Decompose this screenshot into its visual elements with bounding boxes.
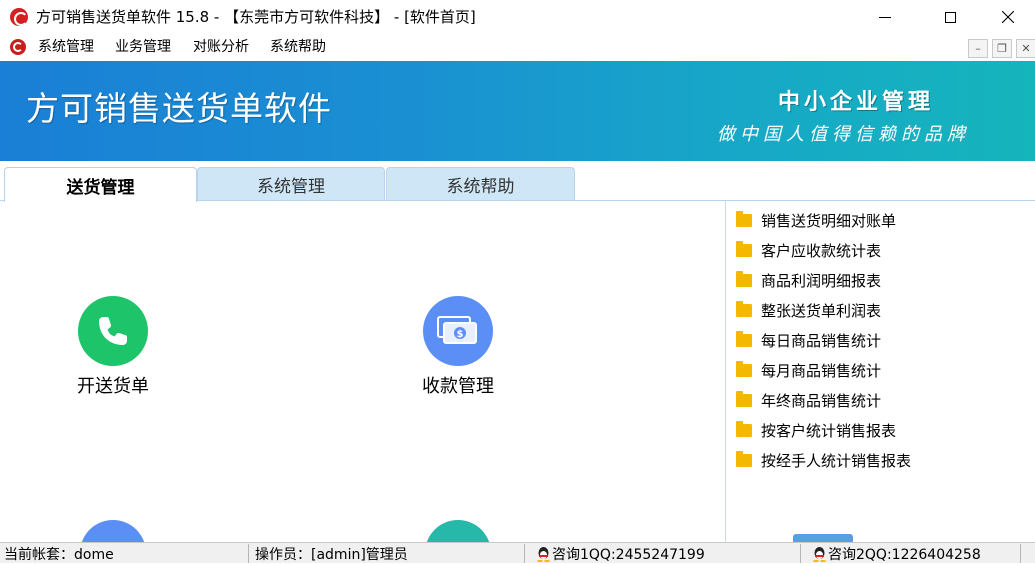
folder-icon [736, 420, 752, 437]
banner-title: 方可销售送货单软件 [26, 89, 332, 128]
menu-system-management[interactable]: 系统管理 [38, 38, 94, 56]
report-list-panel: 销售送货明细对账单 客户应收款统计表 商品利润明细报表 整张送货单利润表 每日商… [725, 201, 1035, 542]
report-label: 商品利润明细报表 [761, 271, 882, 290]
menu-system-help[interactable]: 系统帮助 [270, 38, 326, 56]
close-icon [1002, 11, 1014, 23]
folder-icon [736, 450, 752, 467]
status-qq2[interactable]: 咨询2QQ:1226404258 [812, 543, 981, 564]
report-label: 每日商品销售统计 [761, 331, 882, 350]
report-item[interactable]: 整张送货单利润表 [736, 299, 881, 321]
maximize-icon [944, 11, 956, 23]
report-item[interactable]: 客户应收款统计表 [736, 239, 881, 261]
launcher-create-delivery[interactable]: 开送货单 [53, 296, 173, 398]
mdi-restore-button[interactable]: ❐ [992, 39, 1012, 58]
main-panel: 开送货单 $ 收款管理 [0, 201, 725, 542]
status-divider [524, 544, 525, 563]
status-divider [800, 544, 801, 563]
report-label: 年终商品销售统计 [761, 391, 882, 410]
report-label: 客户应收款统计表 [761, 241, 882, 260]
status-qq1[interactable]: 咨询1QQ:2455247199 [536, 543, 705, 564]
menu-bar: 系统管理 业务管理 对账分析 系统帮助 [0, 34, 1035, 60]
folder-icon [736, 270, 752, 287]
maximize-button[interactable] [927, 0, 973, 34]
banner-slogan: 做中国人值得信赖的品牌 [717, 124, 970, 145]
window-title: 方可销售送货单软件 15.8 - 【东莞市方可软件科技】 - [软件首页] [36, 8, 476, 26]
folder-icon [736, 240, 752, 257]
tab-delivery-management[interactable]: 送货管理 [4, 167, 197, 202]
close-button[interactable] [985, 0, 1031, 34]
report-item[interactable]: 年终商品销售统计 [736, 389, 881, 411]
folder-icon [736, 330, 752, 347]
status-account: 当前帐套：dome [4, 546, 114, 563]
launcher-payment-management[interactable]: $ 收款管理 [398, 296, 518, 398]
status-divider [1020, 544, 1021, 563]
header-banner: 方可销售送货单软件 中小企业管理 做中国人值得信赖的品牌 [0, 61, 1035, 161]
report-label: 销售送货明细对账单 [761, 211, 897, 230]
tab-system-help[interactable]: 系统帮助 [386, 167, 575, 201]
report-label: 按客户统计销售报表 [761, 421, 897, 440]
mdi-close-icon: ✕ [1021, 42, 1031, 55]
status-operator: 操作员：[admin]管理员 [255, 546, 408, 563]
phone-icon [78, 296, 148, 366]
folder-icon [736, 300, 752, 317]
folder-icon [736, 210, 752, 227]
report-label: 整张送货单利润表 [761, 301, 882, 320]
menu-business-management[interactable]: 业务管理 [115, 38, 171, 56]
menu-reconciliation-analysis[interactable]: 对账分析 [193, 38, 249, 56]
launcher-label: 收款管理 [422, 376, 494, 397]
report-item[interactable]: 销售送货明细对账单 [736, 209, 896, 231]
panel-partial-button[interactable] [793, 534, 853, 542]
report-item[interactable]: 每日商品销售统计 [736, 329, 881, 351]
report-label: 每月商品销售统计 [761, 361, 882, 380]
report-label: 按经手人统计销售报表 [761, 451, 912, 470]
report-item[interactable]: 每月商品销售统计 [736, 359, 881, 381]
tab-strip: 送货管理 系统管理 系统帮助 [0, 161, 1035, 202]
svg-text:$: $ [457, 329, 464, 340]
minimize-icon [879, 16, 891, 18]
banner-subtitle: 中小企业管理 [778, 90, 935, 115]
qq-icon [537, 546, 550, 562]
money-icon: $ [423, 296, 493, 366]
menu-logo-icon[interactable] [10, 39, 26, 55]
report-item[interactable]: 商品利润明细报表 [736, 269, 881, 291]
qq-icon [813, 546, 826, 562]
app-logo-icon [10, 8, 28, 26]
folder-icon [736, 360, 752, 377]
title-bar: 方可销售送货单软件 15.8 - 【东莞市方可软件科技】 - [软件首页] [0, 0, 1035, 34]
launcher-partial-icon[interactable] [425, 520, 491, 542]
launcher-partial-icon[interactable] [80, 520, 146, 542]
qq1-text: 咨询1QQ:2455247199 [552, 546, 705, 563]
status-divider [248, 544, 249, 563]
tab-system-management[interactable]: 系统管理 [197, 167, 385, 201]
mdi-close-button[interactable]: ✕ [1016, 39, 1035, 58]
status-bar: 当前帐套：dome 操作员：[admin]管理员 咨询1QQ:245524719… [0, 542, 1035, 563]
report-item[interactable]: 按经手人统计销售报表 [736, 449, 911, 471]
launcher-label: 开送货单 [77, 376, 149, 397]
mdi-restore-icon: ❐ [997, 42, 1007, 55]
report-item[interactable]: 按客户统计销售报表 [736, 419, 896, 441]
minimize-button[interactable] [862, 0, 908, 34]
mdi-minimize-icon: – [975, 42, 981, 55]
qq2-text: 咨询2QQ:1226404258 [828, 546, 981, 563]
mdi-minimize-button[interactable]: – [968, 39, 988, 58]
folder-icon [736, 390, 752, 407]
